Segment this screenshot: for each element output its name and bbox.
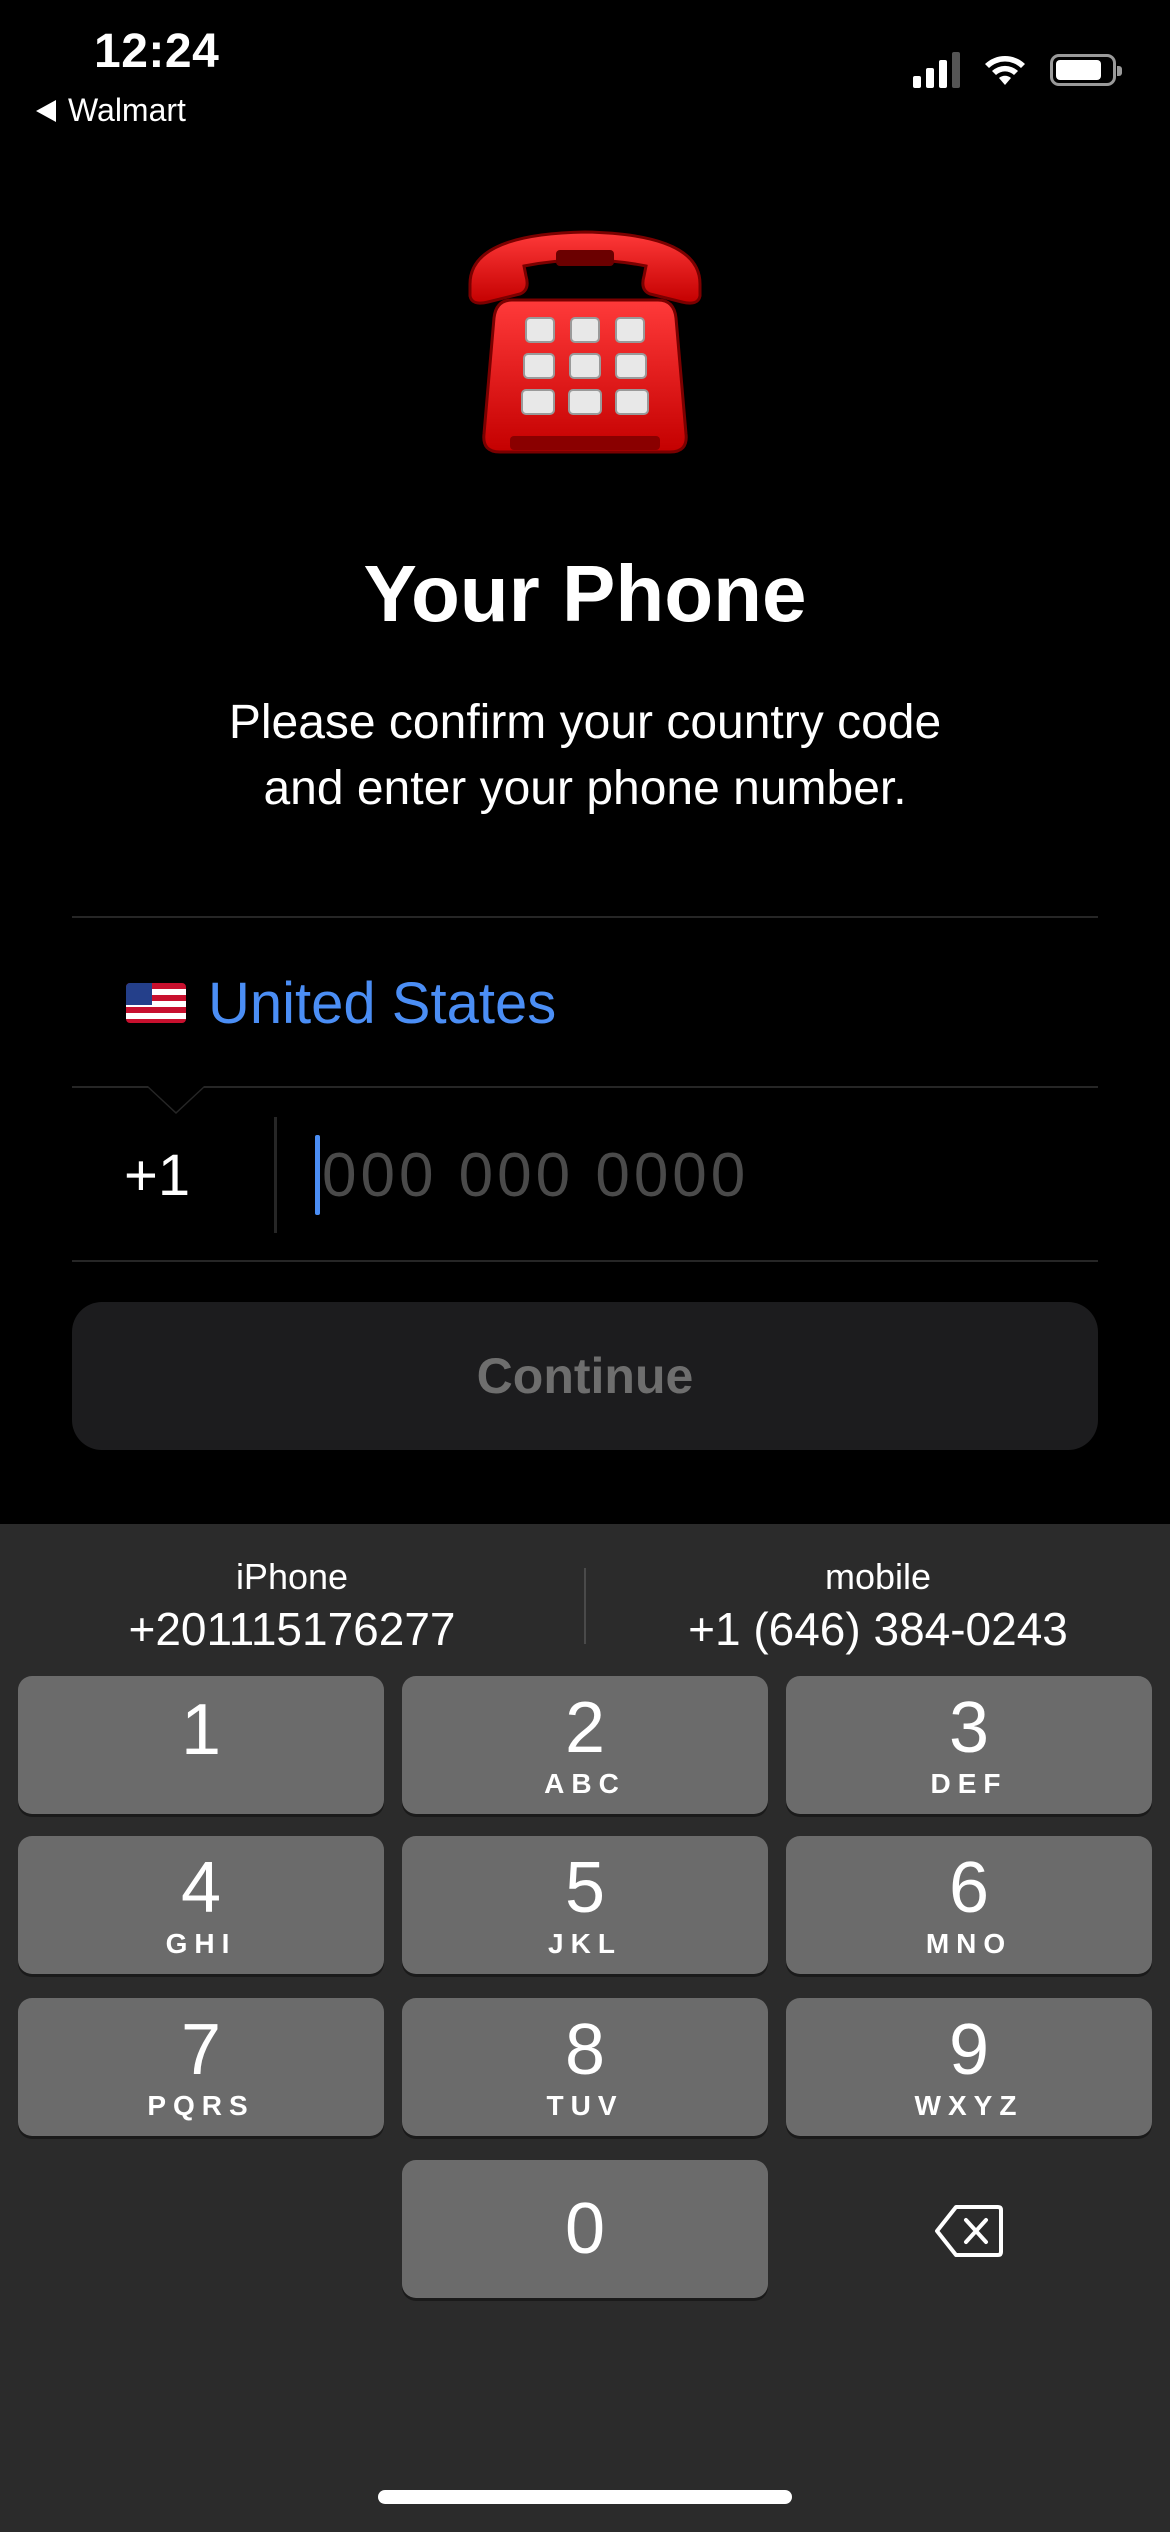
divider-bottom <box>72 1260 1098 1262</box>
key-digit: 4 <box>180 1848 222 1928</box>
country-code-field[interactable]: +1 <box>124 1142 274 1209</box>
key-letters: TUV <box>546 2090 624 2121</box>
key-2[interactable]: 2 ABC <box>402 1676 768 1814</box>
key-9[interactable]: 9 WXYZ <box>786 1998 1152 2136</box>
key-letters: PQRS <box>147 2090 255 2121</box>
phone-entry-row: +1 <box>72 1090 1098 1260</box>
divider-middle <box>72 1086 1098 1088</box>
key-6[interactable]: 6 MNO <box>786 1836 1152 1974</box>
key-digit: 8 <box>564 2010 606 2090</box>
suggestion-iphone[interactable]: iPhone +201115176277 <box>0 1544 584 1668</box>
page-title: Your Phone <box>363 549 807 638</box>
wifi-icon <box>985 56 1025 85</box>
suggestion-label: mobile <box>824 1556 932 1597</box>
key-digit: 0 <box>564 2189 606 2269</box>
status-time: 12:24 <box>94 25 220 78</box>
back-app-label: Walmart <box>68 92 186 128</box>
key-letters: ABC <box>544 1768 626 1799</box>
key-digit: 7 <box>180 2010 222 2090</box>
key-1[interactable]: 1 <box>18 1676 384 1814</box>
key-letters: JKL <box>548 1928 622 1959</box>
key-7[interactable]: 7 PQRS <box>18 1998 384 2136</box>
delete-backspace-icon <box>935 2205 1003 2257</box>
page-subtitle: Please confirm your country code and ent… <box>150 690 1020 822</box>
cellular-signal-icon <box>913 52 960 88</box>
key-5[interactable]: 5 JKL <box>402 1836 768 1974</box>
key-8[interactable]: 8 TUV <box>402 1998 768 2136</box>
phone-number-input[interactable] <box>322 1139 1022 1211</box>
subtitle-line-1: Please confirm your country code <box>228 696 942 749</box>
suggestion-number: +201115176277 <box>128 1603 456 1655</box>
key-digit: 9 <box>948 2010 990 2090</box>
key-digit: 2 <box>564 1688 606 1768</box>
telephone-icon <box>468 230 702 454</box>
suggestion-label: iPhone <box>235 1556 349 1597</box>
text-caret <box>315 1135 320 1215</box>
continue-button[interactable]: Continue <box>72 1302 1098 1450</box>
key-digit: 5 <box>564 1848 606 1928</box>
key-digit: 3 <box>948 1688 990 1768</box>
key-letters: WXYZ <box>914 2090 1024 2121</box>
subtitle-line-2: and enter your phone number. <box>263 762 907 815</box>
status-icons <box>913 52 1122 88</box>
key-0[interactable]: 0 <box>402 2160 768 2298</box>
key-4[interactable]: 4 GHI <box>18 1836 384 1974</box>
key-digit: 6 <box>948 1848 990 1928</box>
key-letters: GHI <box>165 1928 237 1959</box>
phone-input-wrapper <box>315 1125 1098 1225</box>
field-separator <box>274 1117 277 1233</box>
home-indicator[interactable] <box>378 2490 792 2504</box>
autofill-suggestions: iPhone +201115176277 mobile +1 (646) 384… <box>0 1544 1170 1668</box>
key-letters: DEF <box>930 1768 1008 1799</box>
delete-key[interactable] <box>786 2162 1152 2300</box>
key-3[interactable]: 3 DEF <box>786 1676 1152 1814</box>
battery-icon <box>1050 54 1122 86</box>
key-digit: 1 <box>180 1690 222 1770</box>
country-selector[interactable]: United States <box>72 918 1098 1088</box>
country-name: United States <box>208 970 557 1036</box>
key-letters: MNO <box>925 1928 1013 1959</box>
back-to-app-button[interactable]: Walmart <box>36 92 186 129</box>
suggestion-mobile[interactable]: mobile +1 (646) 384-0243 <box>586 1544 1170 1668</box>
suggestion-number: +1 (646) 384-0243 <box>688 1603 1068 1655</box>
us-flag-icon <box>126 983 186 1023</box>
back-arrow-icon <box>36 99 56 122</box>
